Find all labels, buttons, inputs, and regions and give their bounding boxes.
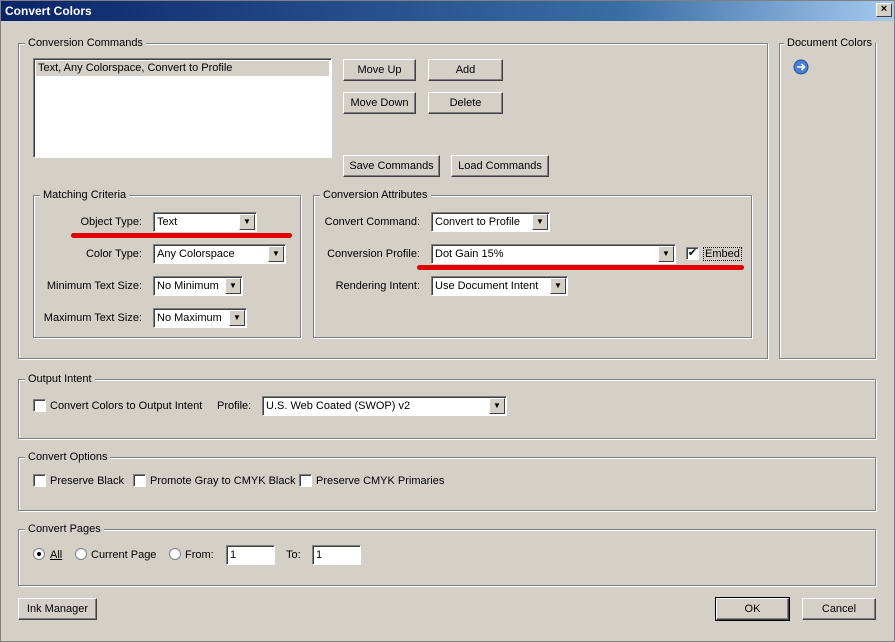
convert-command-label: Convert Command: <box>324 216 420 228</box>
min-text-size-label: Minimum Text Size: <box>46 280 142 292</box>
promote-gray-label[interactable]: Promote Gray to CMYK Black <box>150 474 296 488</box>
save-commands-button[interactable]: Save Commands <box>343 155 440 177</box>
delete-button[interactable]: Delete <box>428 92 503 114</box>
convert-to-output-intent-checkbox[interactable] <box>33 399 46 412</box>
document-colors-group: Document Colors <box>779 36 876 359</box>
ink-manager-button[interactable]: Ink Manager <box>18 598 97 620</box>
output-profile-select[interactable]: U.S. Web Coated (SWOP) v2 ▼ <box>262 396 507 416</box>
profile-label: Profile: <box>217 400 252 412</box>
all-pages-radio[interactable] <box>33 548 45 560</box>
all-pages-label[interactable]: All <box>50 548 62 562</box>
ok-button[interactable]: OK <box>715 597 790 621</box>
annotation-underline-object-type <box>71 233 292 238</box>
conversion-commands-label: Conversion Commands <box>25 36 146 50</box>
convert-options-group: Convert Options <box>18 450 876 511</box>
min-text-size-value: No Minimum <box>157 280 219 292</box>
convert-colors-dialog: Convert Colors × Conversion Commands Tex… <box>0 0 895 642</box>
object-type-select[interactable]: Text ▼ <box>153 212 257 232</box>
output-profile-value: U.S. Web Coated (SWOP) v2 <box>266 400 411 412</box>
from-page-radio[interactable] <box>169 548 181 560</box>
embed-checkbox[interactable]: ✔ <box>686 247 699 260</box>
convert-command-select[interactable]: Convert to Profile ▼ <box>431 212 550 232</box>
chevron-down-icon[interactable]: ▼ <box>532 214 548 230</box>
min-text-size-select[interactable]: No Minimum ▼ <box>153 276 243 296</box>
chevron-down-icon[interactable]: ▼ <box>658 246 674 262</box>
chevron-down-icon[interactable]: ▼ <box>229 310 245 326</box>
promote-gray-checkbox[interactable] <box>133 474 146 487</box>
add-button[interactable]: Add <box>428 59 503 81</box>
preserve-black-checkbox[interactable] <box>33 474 46 487</box>
object-type-value: Text <box>157 216 178 228</box>
chevron-down-icon[interactable]: ▼ <box>239 214 255 230</box>
convert-options-label: Convert Options <box>25 450 111 464</box>
current-page-label[interactable]: Current Page <box>91 548 156 562</box>
convert-to-output-intent-label[interactable]: Convert Colors to Output Intent <box>50 399 202 413</box>
chevron-down-icon[interactable]: ▼ <box>489 398 505 414</box>
preserve-cmyk-checkbox[interactable] <box>299 474 312 487</box>
max-text-size-select[interactable]: No Maximum ▼ <box>153 308 247 328</box>
arrow-circle-icon[interactable] <box>793 59 809 75</box>
object-type-label: Object Type: <box>80 216 142 228</box>
color-type-label: Color Type: <box>85 248 142 260</box>
convert-pages-label: Convert Pages <box>25 522 104 536</box>
chevron-down-icon[interactable]: ▼ <box>550 278 566 294</box>
from-label[interactable]: From: <box>185 548 214 562</box>
rendering-intent-select[interactable]: Use Document Intent ▼ <box>431 276 568 296</box>
convert-command-value: Convert to Profile <box>435 216 520 228</box>
window-title: Convert Colors <box>5 4 92 18</box>
to-label: To: <box>286 549 301 561</box>
conversion-commands-list[interactable]: Text, Any Colorspace, Convert to Profile <box>33 58 332 158</box>
chevron-down-icon[interactable]: ▼ <box>225 278 241 294</box>
max-text-size-value: No Maximum <box>157 312 222 324</box>
preserve-cmyk-label[interactable]: Preserve CMYK Primaries <box>316 474 444 488</box>
preserve-black-label[interactable]: Preserve Black <box>50 474 124 488</box>
list-item[interactable]: Text, Any Colorspace, Convert to Profile <box>36 61 329 76</box>
max-text-size-label: Maximum Text Size: <box>43 312 142 324</box>
conversion-profile-select[interactable]: Dot Gain 15% ▼ <box>431 244 676 264</box>
move-up-button[interactable]: Move Up <box>343 59 416 81</box>
embed-label[interactable]: Embed <box>703 247 742 261</box>
matching-criteria-label: Matching Criteria <box>40 188 130 202</box>
load-commands-button[interactable]: Load Commands <box>451 155 549 177</box>
rendering-intent-value: Use Document Intent <box>435 280 539 292</box>
current-page-radio[interactable] <box>75 548 87 560</box>
to-page-input[interactable]: 1 <box>312 545 361 565</box>
output-intent-label: Output Intent <box>25 372 95 386</box>
rendering-intent-label: Rendering Intent: <box>335 280 420 292</box>
color-type-value: Any Colorspace <box>157 248 235 260</box>
conversion-attributes-label: Conversion Attributes <box>320 188 431 202</box>
move-down-button[interactable]: Move Down <box>343 92 416 114</box>
document-colors-label: Document Colors <box>784 36 875 50</box>
cancel-button[interactable]: Cancel <box>802 598 876 620</box>
close-icon[interactable]: × <box>876 3 892 17</box>
conversion-profile-value: Dot Gain 15% <box>435 248 504 260</box>
title-bar[interactable]: Convert Colors × <box>1 1 894 21</box>
annotation-underline-conversion-profile <box>417 265 744 270</box>
chevron-down-icon[interactable]: ▼ <box>268 246 284 262</box>
conversion-profile-label: Conversion Profile: <box>327 248 420 260</box>
from-page-input[interactable]: 1 <box>226 545 275 565</box>
color-type-select[interactable]: Any Colorspace ▼ <box>153 244 286 264</box>
